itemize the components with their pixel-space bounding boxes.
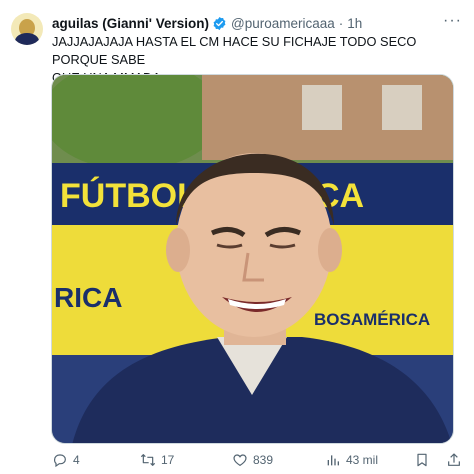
reply-count: 4 xyxy=(73,453,80,467)
tweet[interactable]: aguilas (Gianni' Version) @puroamericaaa… xyxy=(0,0,474,474)
reply-button[interactable]: 4 xyxy=(52,452,80,468)
bookmark-icon xyxy=(417,453,427,467)
author-handle[interactable]: @puroamericaaa xyxy=(231,16,335,31)
verified-badge-icon xyxy=(213,16,226,30)
timestamp[interactable]: 1h xyxy=(347,16,362,31)
media-photo: FÚTBOL AMÉRICA RICA BOSAMÉRICA xyxy=(52,75,453,443)
tweet-header: aguilas (Gianni' Version) @puroamericaaa… xyxy=(52,12,362,34)
tweet-text-line: JAJJAJAJAJA HASTA EL CM HACE SU FICHAJE … xyxy=(52,34,417,67)
like-button[interactable]: 839 xyxy=(232,452,273,468)
wall-text-left: RICA xyxy=(54,282,122,313)
avatar-body xyxy=(15,33,39,45)
avatar[interactable] xyxy=(11,13,43,45)
bookmark-button[interactable] xyxy=(414,452,430,468)
wall-text-right: BOSAMÉRICA xyxy=(314,310,430,329)
like-count: 839 xyxy=(253,453,274,467)
retweet-button[interactable]: 17 xyxy=(140,452,174,468)
share-button[interactable] xyxy=(446,452,462,468)
retweet-count: 17 xyxy=(161,453,175,467)
views-button[interactable]: 43 mil xyxy=(325,452,378,468)
author-name[interactable]: aguilas (Gianni' Version) xyxy=(52,16,209,31)
heart-icon xyxy=(233,454,247,467)
more-options-icon[interactable]: ··· xyxy=(443,12,462,30)
views-count: 43 mil xyxy=(346,453,379,467)
share-icon xyxy=(448,453,460,466)
retweet-icon xyxy=(140,454,156,466)
reply-icon xyxy=(54,454,66,468)
views-chart-icon xyxy=(327,455,339,466)
action-bar: 4 17 839 43 mil xyxy=(52,452,462,472)
tweet-media-image[interactable]: FÚTBOL AMÉRICA RICA BOSAMÉRICA xyxy=(51,74,454,444)
separator-dot: · xyxy=(338,15,344,31)
